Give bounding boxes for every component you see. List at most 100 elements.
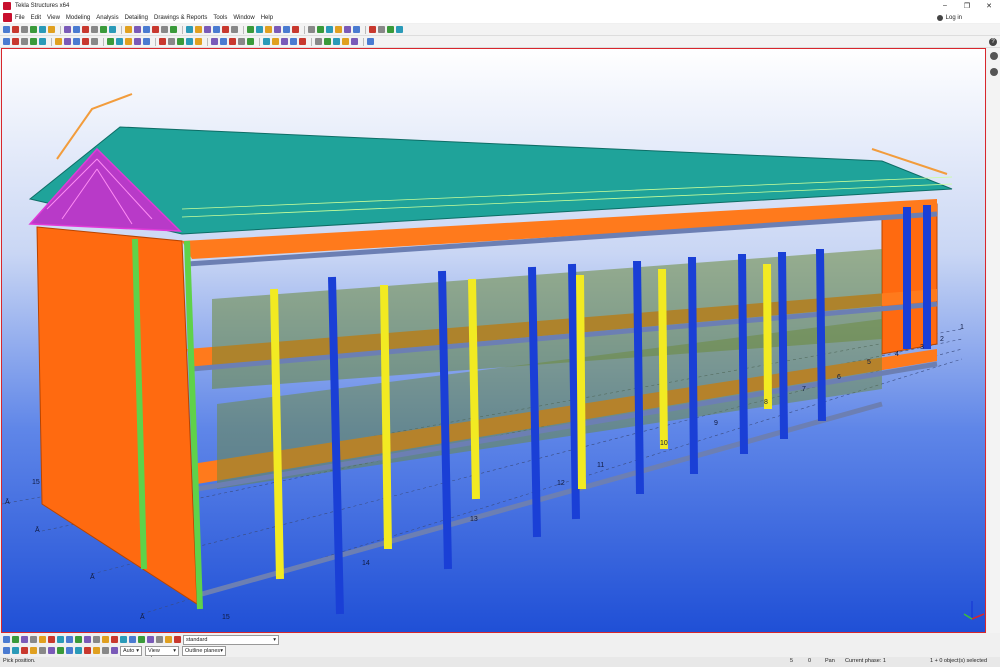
structural-column[interactable] <box>528 266 541 538</box>
toolbar-tool-icon[interactable] <box>82 38 89 45</box>
toolbar-tool-icon[interactable] <box>222 26 229 33</box>
toolbar-tool-icon[interactable] <box>378 26 385 33</box>
toolbar-tool-icon[interactable] <box>168 38 175 45</box>
selection-switch-icon[interactable] <box>30 636 37 643</box>
selection-switch-icon[interactable] <box>48 636 55 643</box>
selection-switch-icon[interactable] <box>165 636 172 643</box>
toolbar-tool-icon[interactable] <box>229 38 236 45</box>
menu-analysis[interactable]: Analysis <box>93 15 121 21</box>
toolbar-tool-icon[interactable] <box>152 26 159 33</box>
minimize-button[interactable]: – <box>934 2 956 10</box>
toolbar-tool-icon[interactable] <box>256 26 263 33</box>
toolbar-tool-icon[interactable] <box>39 38 46 45</box>
snap-switch-icon[interactable] <box>48 647 55 654</box>
menu-modeling[interactable]: Modeling <box>63 15 93 21</box>
toolbar-tool-icon[interactable] <box>308 26 315 33</box>
selection-switch-icon[interactable] <box>21 636 28 643</box>
menu-file[interactable]: File <box>12 15 28 21</box>
toolbar-tool-icon[interactable] <box>353 26 360 33</box>
snap-switch-icon[interactable] <box>3 647 10 654</box>
login-button[interactable]: Log in <box>936 14 962 21</box>
plane-select[interactable]: View plane ▾ <box>145 645 179 662</box>
toolbar-tool-icon[interactable] <box>317 26 324 33</box>
snap-switch-icon[interactable] <box>102 647 109 654</box>
toolbar-tool-icon[interactable] <box>12 26 19 33</box>
toolbar-tool-icon[interactable] <box>333 38 340 45</box>
toolbar-tool-icon[interactable] <box>367 38 374 45</box>
toolbar-tool-icon[interactable] <box>125 38 132 45</box>
snap-switch-icon[interactable] <box>66 647 73 654</box>
menu-window[interactable]: Window <box>230 15 257 21</box>
toolbar-tool-icon[interactable] <box>281 38 288 45</box>
toolbar-tool-icon[interactable] <box>3 38 10 45</box>
selection-switch-icon[interactable] <box>3 636 10 643</box>
toolbar-tool-icon[interactable] <box>351 38 358 45</box>
structural-column[interactable] <box>658 268 668 450</box>
help-icon[interactable]: ? <box>989 38 997 46</box>
toolbar-tool-icon[interactable] <box>159 38 166 45</box>
selection-switch-icon[interactable] <box>12 636 19 643</box>
toolbar-tool-icon[interactable] <box>134 26 141 33</box>
tekla-menu-icon[interactable] <box>3 13 12 22</box>
toolbar-tool-icon[interactable] <box>64 38 71 45</box>
toolbar-tool-icon[interactable] <box>64 26 71 33</box>
toolbar-tool-icon[interactable] <box>324 38 331 45</box>
toolbar-tool-icon[interactable] <box>299 38 306 45</box>
toolbar-tool-icon[interactable] <box>231 26 238 33</box>
snap-mode-select[interactable]: Auto ▾ <box>120 645 142 656</box>
properties-icon[interactable] <box>989 52 998 60</box>
selection-switch-icon[interactable] <box>120 636 127 643</box>
toolbar-tool-icon[interactable] <box>195 38 202 45</box>
toolbar-tool-icon[interactable] <box>177 38 184 45</box>
selection-switch-icon[interactable] <box>84 636 91 643</box>
selection-switch-icon[interactable] <box>156 636 163 643</box>
selection-switch-icon[interactable] <box>75 636 82 643</box>
toolbar-tool-icon[interactable] <box>238 38 245 45</box>
toolbar-tool-icon[interactable] <box>39 26 46 33</box>
menu-drawings-reports[interactable]: Drawings & Reports <box>151 15 210 21</box>
toolbar-tool-icon[interactable] <box>30 38 37 45</box>
selection-switch-icon[interactable] <box>147 636 154 643</box>
toolbar-tool-icon[interactable] <box>109 26 116 33</box>
structural-column[interactable] <box>380 284 392 550</box>
selection-switch-icon[interactable] <box>93 636 100 643</box>
structural-column[interactable] <box>576 274 586 490</box>
toolbar-tool-icon[interactable] <box>73 38 80 45</box>
snap-switch-icon[interactable] <box>21 647 28 654</box>
close-button[interactable]: ✕ <box>978 2 1000 10</box>
toolbar-tool-icon[interactable] <box>342 38 349 45</box>
toolbar-tool-icon[interactable] <box>247 38 254 45</box>
toolbar-tool-icon[interactable] <box>143 38 150 45</box>
structural-column[interactable] <box>633 260 644 495</box>
selection-switch-icon[interactable] <box>102 636 109 643</box>
toolbar-tool-icon[interactable] <box>91 26 98 33</box>
toolbar-tool-icon[interactable] <box>125 26 132 33</box>
toolbar-tool-icon[interactable] <box>204 26 211 33</box>
toolbar-tool-icon[interactable] <box>387 26 394 33</box>
snap-switch-icon[interactable] <box>111 647 118 654</box>
toolbar-tool-icon[interactable] <box>107 38 114 45</box>
menu-tools[interactable]: Tools <box>210 15 230 21</box>
snap-switch-icon[interactable] <box>93 647 100 654</box>
selection-switch-icon[interactable] <box>66 636 73 643</box>
toolbar-tool-icon[interactable] <box>213 26 220 33</box>
toolbar-tool-icon[interactable] <box>220 38 227 45</box>
toolbar-tool-icon[interactable] <box>274 26 281 33</box>
restore-button[interactable]: ❐ <box>956 2 978 10</box>
toolbar-tool-icon[interactable] <box>3 26 10 33</box>
catalog-icon[interactable] <box>989 68 998 76</box>
snap-switch-icon[interactable] <box>30 647 37 654</box>
toolbar-tool-icon[interactable] <box>143 26 150 33</box>
structural-column[interactable] <box>763 263 772 410</box>
structural-column[interactable] <box>778 251 788 440</box>
menu-detailing[interactable]: Detailing <box>122 15 151 21</box>
snap-switch-icon[interactable] <box>57 647 64 654</box>
toolbar-tool-icon[interactable] <box>30 26 37 33</box>
toolbar-tool-icon[interactable] <box>263 38 270 45</box>
toolbar-tool-icon[interactable] <box>396 26 403 33</box>
toolbar-tool-icon[interactable] <box>290 38 297 45</box>
selection-switch-icon[interactable] <box>174 636 181 643</box>
snap-switch-icon[interactable] <box>75 647 82 654</box>
toolbar-tool-icon[interactable] <box>170 26 177 33</box>
toolbar-tool-icon[interactable] <box>186 26 193 33</box>
